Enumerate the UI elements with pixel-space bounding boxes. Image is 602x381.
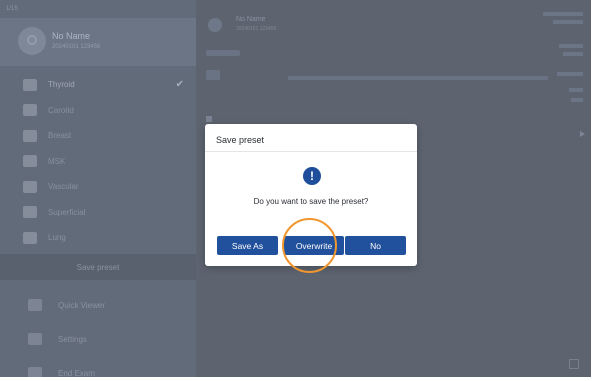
carotid-icon	[23, 104, 37, 117]
sidebar-item-msk[interactable]: MSK	[0, 149, 196, 175]
status-line	[559, 44, 583, 48]
lung-icon	[23, 231, 37, 244]
patient-icon	[208, 18, 222, 32]
chevron-right-icon[interactable]	[580, 131, 585, 137]
preset-menu: Thyroid ✔ Carotid Breast MSK Vascular Su…	[0, 72, 196, 251]
sidebar-item-lung[interactable]: Lung	[0, 225, 196, 251]
save-as-button[interactable]: Save As	[217, 236, 278, 255]
save-preset-dialog: Save preset ! Do you want to save the pr…	[205, 124, 417, 266]
sidebar-item-label: MSK	[48, 156, 66, 166]
status-line	[557, 72, 583, 76]
profile-name: No Name	[52, 31, 91, 41]
top-status-label: 1/15	[6, 6, 18, 12]
bottom-item-label: Settings	[58, 334, 87, 344]
sidebar-item-label: Carotid	[48, 105, 74, 115]
status-line	[553, 20, 583, 24]
status-line	[571, 98, 583, 102]
dialog-message: Do you want to save the preset?	[253, 197, 369, 206]
sidebar-item-label: Thyroid	[48, 80, 75, 90]
checkmark-icon: ✔	[175, 79, 184, 91]
superficial-icon	[23, 206, 37, 219]
image-thumb	[206, 70, 220, 80]
sidebar-item-thyroid[interactable]: Thyroid ✔	[0, 72, 196, 98]
bottom-item-label: Quick Viewer	[58, 300, 105, 310]
sidebar-item-superficial[interactable]: Superficial	[0, 200, 196, 226]
status-line	[563, 52, 583, 56]
sidebar-item-label: Superficial	[48, 207, 86, 217]
thyroid-icon	[23, 78, 37, 91]
sidebar-item-label: Breast	[48, 131, 72, 141]
sidebar-item-carotid[interactable]: Carotid	[0, 98, 196, 124]
sidebar-item-label: Lung	[48, 233, 66, 243]
sidebar-item-label: Vascular	[48, 182, 79, 192]
exit-icon	[28, 367, 42, 377]
sidebar-item-breast[interactable]: Breast	[0, 123, 196, 149]
status-line	[569, 88, 583, 92]
vascular-icon	[23, 180, 37, 193]
bottom-nav: Quick Viewer Settings End Exam	[0, 288, 196, 377]
quick-viewer-button[interactable]: Quick Viewer	[0, 288, 196, 322]
settings-button[interactable]: Settings	[0, 322, 196, 356]
fullscreen-icon[interactable]	[569, 359, 579, 369]
marker	[206, 116, 212, 122]
sidebar: 1/15 No Name 20240101 123456 Thyroid ✔ C…	[0, 0, 196, 377]
toolbar-icons	[206, 50, 240, 56]
save-preset-button[interactable]: Save preset	[0, 254, 196, 280]
no-button[interactable]: No	[345, 236, 406, 255]
sidebar-item-vascular[interactable]: Vascular	[0, 174, 196, 200]
patient-sub: 20240101 123456	[236, 26, 277, 32]
bottom-item-label: End Exam	[58, 368, 95, 378]
patient-name: No Name	[236, 16, 266, 23]
dialog-title: Save preset	[216, 135, 265, 145]
status-line	[543, 12, 583, 16]
profile-id: 20240101 123456	[52, 44, 101, 50]
end-exam-button[interactable]: End Exam	[0, 356, 196, 377]
quick-viewer-icon	[28, 299, 42, 311]
breast-icon	[23, 129, 37, 142]
overwrite-button[interactable]: Overwrite	[284, 236, 344, 255]
alert-icon: !	[303, 167, 321, 185]
scan-bar	[288, 76, 548, 80]
msk-icon	[23, 155, 37, 168]
patient-profile[interactable]: No Name 20240101 123456	[0, 18, 196, 66]
dialog-divider	[205, 151, 417, 152]
avatar	[18, 27, 46, 55]
gear-icon	[28, 333, 42, 345]
